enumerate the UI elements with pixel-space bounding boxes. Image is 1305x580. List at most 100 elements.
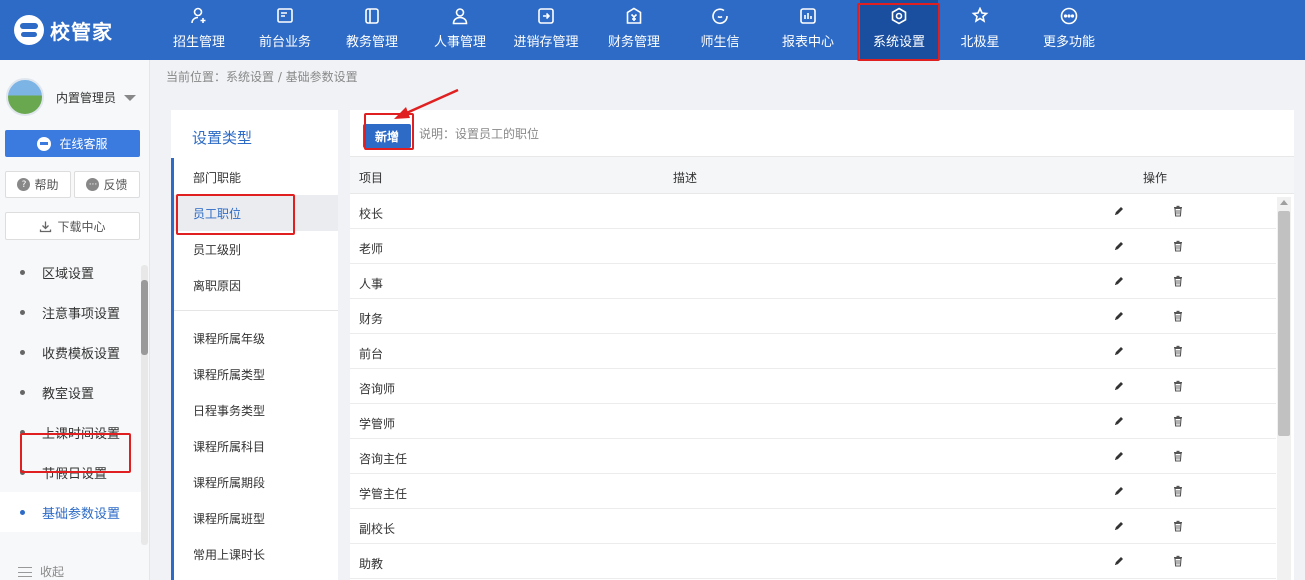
pencil-icon[interactable] (1113, 240, 1125, 252)
sidebar-item-fee-template[interactable]: 收费模板设置 (0, 332, 142, 372)
category-item[interactable]: 员工级别 (174, 231, 338, 267)
row-item-name: 助教 (359, 557, 384, 571)
collapse-label: 收起 (40, 565, 65, 579)
chevron-down-icon[interactable] (124, 95, 136, 101)
user-name[interactable]: 内置管理员 (56, 89, 116, 106)
nav-item-academic[interactable]: 教务管理 (340, 0, 404, 60)
nav-item-settings[interactable]: 系统设置 (860, 0, 938, 60)
table-scrollbar[interactable] (1277, 197, 1291, 580)
row-item-name: 校长 (359, 207, 384, 221)
table-row: 咨询师 (350, 369, 1276, 404)
category-item[interactable]: 课程所属类型 (174, 356, 338, 392)
category-item[interactable]: 离职原因 (174, 267, 338, 303)
download-center-button[interactable]: 下载中心 (5, 212, 140, 240)
nav-item-label: 系统设置 (872, 35, 925, 50)
pencil-icon[interactable] (1113, 205, 1125, 217)
pencil-icon[interactable] (1113, 485, 1125, 497)
nav-item-hr[interactable]: 人事管理 (428, 0, 492, 60)
trash-icon[interactable] (1172, 520, 1184, 532)
trash-icon[interactable] (1172, 310, 1184, 322)
app-logo[interactable]: 校管家 (14, 12, 113, 48)
table-scrollbar-thumb[interactable] (1278, 211, 1290, 436)
trash-icon[interactable] (1172, 380, 1184, 392)
column-header-action: 操作 (1143, 171, 1168, 185)
pencil-icon[interactable] (1113, 275, 1125, 287)
pencil-icon[interactable] (1113, 555, 1125, 567)
app-name: 校管家 (50, 19, 113, 44)
pencil-icon[interactable] (1113, 415, 1125, 427)
sidebar-item-label: 基础参数设置 (42, 506, 121, 522)
main-content: 新增 说明：设置员工的职位 项目 描述 操作 校长 老师 人事 财务 前台 咨询师 学管师咨… (350, 110, 1294, 580)
collapse-button[interactable]: 收起 (18, 563, 64, 580)
feedback-button[interactable]: ··· 反馈 (74, 171, 140, 198)
avatar[interactable] (6, 78, 44, 116)
sidebar-item-basic-params[interactable]: 基础参数设置 (0, 492, 142, 532)
category-item[interactable]: 常用上课时长 (174, 536, 338, 572)
sidebar-item-region[interactable]: 区域设置 (0, 252, 142, 292)
pencil-icon[interactable] (1113, 450, 1125, 462)
nav-item-label: 前台业务 (258, 35, 311, 50)
nav-item-finance[interactable]: 财务管理 (602, 0, 666, 60)
sidebar-item-holidays[interactable]: 节假日设置 (0, 452, 142, 492)
table-row: 副校长 (350, 509, 1276, 544)
category-item[interactable]: 课程所属年级 (174, 320, 338, 356)
online-service-button[interactable]: 在线客服 (5, 130, 140, 157)
nav-item-more[interactable]: 更多功能 (1036, 0, 1102, 60)
nav-item-label: 进销存管理 (513, 35, 579, 50)
scroll-up-icon[interactable] (1280, 200, 1288, 205)
nav-item-label: 更多功能 (1042, 35, 1095, 50)
nav-item-inventory[interactable]: 进销存管理 (507, 0, 585, 60)
star-icon (970, 6, 990, 26)
trash-icon[interactable] (1172, 345, 1184, 357)
add-button[interactable]: 新增 (363, 124, 411, 148)
download-icon (39, 220, 52, 233)
trash-icon[interactable] (1172, 415, 1184, 427)
category-item[interactable]: 部门职能 (174, 159, 338, 195)
sidebar-item-classroom[interactable]: 教室设置 (0, 372, 142, 412)
sidebar-item-label: 收费模板设置 (42, 346, 121, 362)
table-row: 学管主任 (350, 474, 1276, 509)
top-nav-bar: 校管家 招生管理 前台业务 教务管理 人事管理 进销存管理 财务管理 师生信 报… (0, 0, 1305, 60)
trash-icon[interactable] (1172, 205, 1184, 217)
category-item[interactable]: 课程所属期段 (174, 464, 338, 500)
left-sidebar: 内置管理员 在线客服 ? 帮助 ··· 反馈 下载中心 区域设置 注意事项设置 … (0, 60, 150, 580)
sidebar-item-label: 上课时间设置 (42, 426, 121, 442)
category-item[interactable]: 课程所属班型 (174, 500, 338, 536)
bullet-icon (20, 469, 25, 475)
panel-title: 设置类型 (192, 129, 253, 147)
nav-item-messages[interactable]: 师生信 (692, 0, 748, 60)
download-center-label: 下载中心 (57, 219, 106, 234)
pencil-icon[interactable] (1113, 345, 1125, 357)
nav-item-admissions[interactable]: 招生管理 (167, 0, 231, 60)
trash-icon[interactable] (1172, 555, 1184, 567)
category-item[interactable]: 日程事务类型 (174, 392, 338, 428)
chat-bubble-icon (37, 136, 52, 151)
nav-item-frontdesk[interactable]: 前台业务 (253, 0, 317, 60)
nav-item-label: 师生信 (700, 35, 740, 50)
table-row: 助教 (350, 544, 1276, 579)
category-item-active[interactable]: 员工职位 (174, 195, 338, 231)
sidebar-scrollbar[interactable] (141, 265, 148, 545)
sidebar-item-class-time[interactable]: 上课时间设置 (0, 412, 142, 452)
pencil-icon[interactable] (1113, 310, 1125, 322)
sidebar-item-label: 区域设置 (42, 266, 95, 282)
trash-icon[interactable] (1172, 485, 1184, 497)
bar-chart-icon (798, 6, 818, 26)
category-item[interactable]: 课程所属科目 (174, 428, 338, 464)
bullet-icon (20, 429, 25, 435)
feedback-label: 反馈 (103, 178, 128, 192)
pencil-icon[interactable] (1113, 520, 1125, 532)
trash-icon[interactable] (1172, 240, 1184, 252)
sidebar-scrollbar-thumb[interactable] (141, 280, 148, 355)
monitor-icon (275, 6, 295, 26)
nav-item-polaris[interactable]: 北极星 (952, 0, 1008, 60)
trash-icon[interactable] (1172, 450, 1184, 462)
table-row: 咨询主任 (350, 439, 1276, 474)
trash-icon[interactable] (1172, 275, 1184, 287)
nav-item-reports[interactable]: 报表中心 (776, 0, 840, 60)
yen-shield-icon (624, 6, 644, 26)
sidebar-item-notices[interactable]: 注意事项设置 (0, 292, 142, 332)
pencil-icon[interactable] (1113, 380, 1125, 392)
online-service-label: 在线客服 (59, 137, 108, 151)
help-button[interactable]: ? 帮助 (5, 171, 71, 198)
